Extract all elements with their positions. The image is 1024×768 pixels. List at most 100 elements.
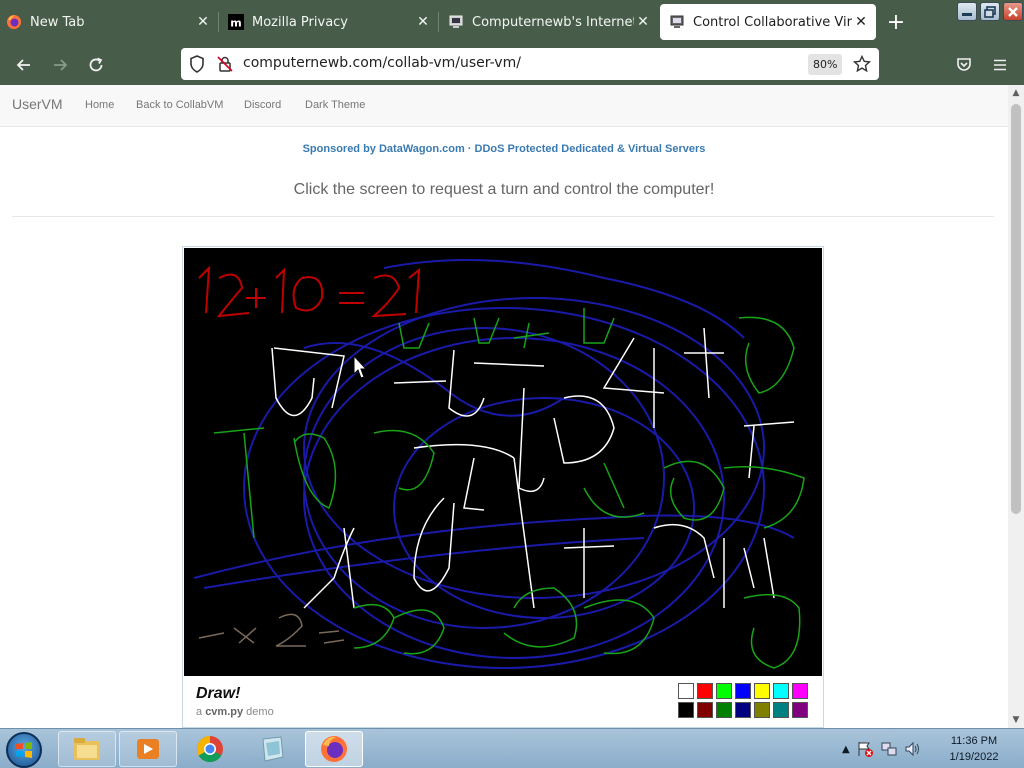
- reload-icon: [89, 57, 103, 72]
- close-tab-icon[interactable]: ✕: [852, 13, 870, 31]
- tab-new-tab[interactable]: New Tab ✕: [6, 4, 212, 40]
- firefox-icon: [321, 736, 347, 762]
- color-swatch[interactable]: [697, 683, 713, 699]
- back-button[interactable]: [12, 53, 36, 77]
- color-swatch[interactable]: [792, 683, 808, 699]
- forward-button[interactable]: [48, 53, 72, 77]
- divider: [12, 216, 994, 217]
- pocket-icon: [957, 58, 971, 71]
- subtitle-name: cvm.py: [205, 706, 244, 718]
- menu-button[interactable]: [988, 53, 1012, 77]
- hamburger-menu-icon: [994, 59, 1006, 71]
- url-text[interactable]: computernewb.com/collab-vm/user-vm/: [243, 55, 521, 71]
- tab-control-collaborative-vm[interactable]: Control Collaborative Virtual M ✕: [660, 4, 876, 40]
- color-swatch[interactable]: [792, 702, 808, 718]
- bookmark-star-icon[interactable]: [852, 54, 872, 77]
- vm-screen[interactable]: 12+10=21: [184, 248, 822, 676]
- reload-button[interactable]: [84, 53, 108, 77]
- navigation-toolbar: computernewb.com/collab-vm/user-vm/ 80%: [0, 44, 1024, 85]
- forward-arrow-icon: [54, 59, 68, 71]
- window-controls: [957, 2, 1023, 21]
- pocket-button[interactable]: [952, 53, 976, 77]
- close-tab-icon[interactable]: ✕: [194, 13, 212, 31]
- color-swatch[interactable]: [716, 683, 732, 699]
- zoom-level-button[interactable]: 80%: [808, 54, 843, 75]
- action-center-flag-icon[interactable]: [856, 740, 874, 758]
- restore-icon: [984, 5, 996, 18]
- system-tray: ▲: [842, 729, 922, 768]
- nav-link-dark-theme[interactable]: Dark Theme: [305, 99, 365, 111]
- folder-icon: [74, 738, 100, 760]
- taskbar-clock[interactable]: 11:36 PM 1/19/2022: [936, 733, 1012, 765]
- computernewb-icon: [669, 14, 685, 30]
- drawing-canvas[interactable]: 12+10=21: [184, 248, 822, 676]
- tab-bar: New Tab ✕ m Mozilla Privacy ✕ Computerne…: [0, 0, 1024, 44]
- site-navbar: UserVM Home Back to CollabVM Discord Dar…: [0, 85, 1008, 127]
- back-arrow-icon: [16, 59, 30, 71]
- tab-separator: [438, 12, 439, 32]
- tab-title: Computernewb's Internet Pub: [472, 14, 634, 30]
- draw-app-title: Draw!: [196, 685, 241, 702]
- media-player-icon: [137, 739, 159, 759]
- color-swatch[interactable]: [754, 683, 770, 699]
- sponsor-link[interactable]: Sponsored by DataWagon.com · DDoS Protec…: [0, 143, 1008, 155]
- network-icon[interactable]: [880, 740, 898, 758]
- taskbar-app[interactable]: [243, 731, 301, 767]
- color-swatch[interactable]: [754, 702, 770, 718]
- instruction-text: Click the screen to request a turn and c…: [293, 181, 715, 198]
- subtitle-prefix: a: [196, 706, 203, 718]
- draw-app-footer: Draw! a cvm.py demo: [184, 677, 822, 727]
- draw-app-subtitle: a cvm.py demo: [196, 706, 274, 718]
- close-icon: [1008, 6, 1018, 17]
- color-swatch[interactable]: [678, 702, 694, 718]
- color-swatch[interactable]: [697, 702, 713, 718]
- windows-logo-icon: [16, 742, 32, 758]
- blue-scribbles: [193, 259, 795, 669]
- minimize-icon: [962, 12, 972, 16]
- start-button[interactable]: [6, 732, 42, 768]
- tab-mozilla-privacy[interactable]: m Mozilla Privacy ✕: [228, 4, 432, 40]
- subtitle-suffix: demo: [246, 706, 274, 718]
- tab-title: New Tab: [30, 14, 85, 30]
- windows-taskbar: ▲ 11:36 PM 1/19/2022: [0, 728, 1024, 768]
- color-swatch[interactable]: [716, 702, 732, 718]
- tab-computernewb-internet-pub[interactable]: Computernewb's Internet Pub ✕: [448, 4, 652, 40]
- page-scrollbar[interactable]: ▲ ▼: [1008, 85, 1024, 728]
- svg-text:m: m: [230, 17, 241, 30]
- taskbar-explorer[interactable]: [58, 731, 116, 767]
- nav-link-discord[interactable]: Discord: [244, 99, 281, 111]
- restore-button[interactable]: [980, 2, 1000, 21]
- scroll-down-icon[interactable]: ▼: [1008, 712, 1024, 728]
- color-swatch[interactable]: [678, 683, 694, 699]
- address-bar[interactable]: computernewb.com/collab-vm/user-vm/ 80%: [181, 48, 879, 80]
- color-swatch[interactable]: [735, 702, 751, 718]
- color-swatch[interactable]: [773, 683, 789, 699]
- close-tab-icon[interactable]: ✕: [634, 13, 652, 31]
- gray-scribbles: [198, 613, 345, 647]
- page-content: UserVM Home Back to CollabVM Discord Dar…: [0, 85, 1008, 728]
- app-icon: [262, 736, 284, 762]
- scroll-up-icon[interactable]: ▲: [1008, 85, 1024, 101]
- color-swatch[interactable]: [735, 683, 751, 699]
- mouse-cursor-icon: [353, 354, 368, 379]
- minimize-button[interactable]: [957, 2, 977, 21]
- shield-icon[interactable]: [189, 55, 205, 77]
- clock-time: 11:36 PM: [950, 735, 998, 747]
- brand-link[interactable]: UserVM: [12, 96, 63, 112]
- taskbar-media-player[interactable]: [119, 731, 177, 767]
- computernewb-icon: [448, 14, 464, 30]
- nav-link-back-to-collabvm[interactable]: Back to CollabVM: [136, 99, 223, 111]
- taskbar-chrome[interactable]: [181, 731, 239, 767]
- show-hidden-icons-icon[interactable]: ▲: [842, 744, 850, 755]
- volume-icon[interactable]: [904, 740, 922, 758]
- nav-link-home[interactable]: Home: [85, 99, 114, 111]
- taskbar-firefox[interactable]: [305, 731, 363, 767]
- tab-separator: [218, 12, 219, 32]
- scrollbar-thumb[interactable]: [1011, 104, 1021, 514]
- close-window-button[interactable]: [1003, 2, 1023, 21]
- color-swatch[interactable]: [773, 702, 789, 718]
- vm-display-frame: 12+10=21 Draw! a cvm.py demo: [182, 246, 824, 728]
- close-tab-icon[interactable]: ✕: [414, 13, 432, 31]
- new-tab-button[interactable]: +: [884, 10, 908, 35]
- no-https-lock-icon[interactable]: [217, 55, 233, 77]
